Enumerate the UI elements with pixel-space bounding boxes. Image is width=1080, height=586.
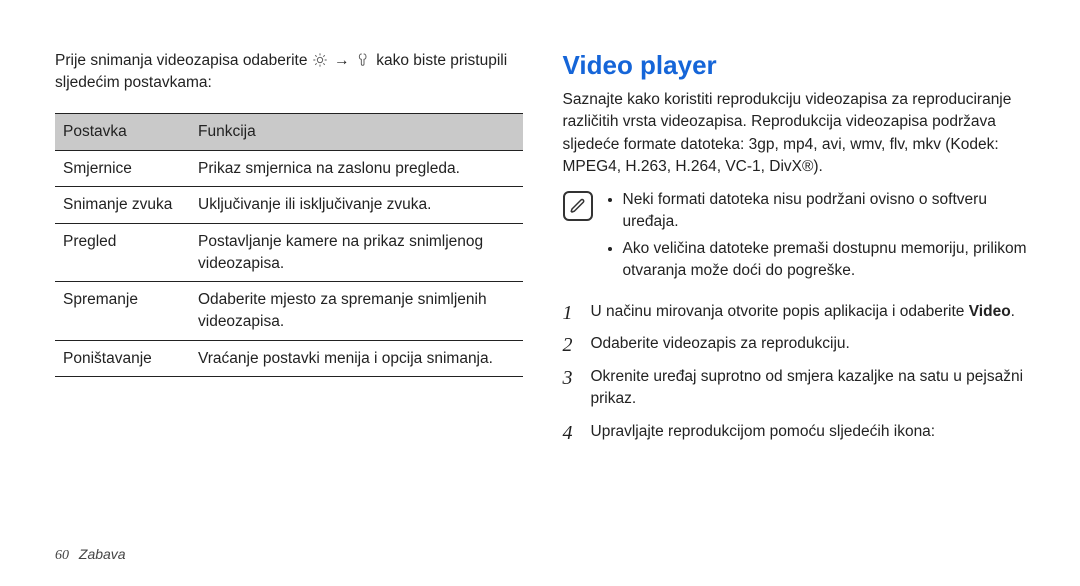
intro-text: Prije snimanja videozapisa odaberite → bbox=[55, 50, 523, 95]
intro-prefix: Prije snimanja videozapisa odaberite bbox=[55, 52, 312, 69]
cell-setting: Pregled bbox=[55, 224, 190, 282]
intro-paragraph: Saznajte kako koristiti reprodukciju vid… bbox=[563, 89, 1031, 179]
note-item: Ako veličina datoteke premaši dostupnu m… bbox=[623, 238, 1031, 283]
step-number: 2 bbox=[563, 331, 573, 360]
cell-setting: Smjernice bbox=[55, 150, 190, 187]
cell-function: Uključivanje ili isključivanje zvuka. bbox=[190, 187, 523, 224]
table-header-row: Postavka Funkcija bbox=[55, 113, 523, 150]
cell-setting: Spremanje bbox=[55, 282, 190, 340]
step-text-bold: Video bbox=[969, 303, 1011, 320]
step-number: 4 bbox=[563, 419, 573, 448]
page-footer: 60 Zabava bbox=[55, 546, 126, 564]
table-row: Pregled Postavljanje kamere na prikaz sn… bbox=[55, 224, 523, 282]
step-text-after: . bbox=[1011, 303, 1015, 320]
right-column: Video player Saznajte kako koristiti rep… bbox=[553, 50, 1031, 566]
table-row: Poništavanje Vraćanje postavki menija i … bbox=[55, 340, 523, 377]
note-block: Neki formati datoteka nisu podržani ovis… bbox=[563, 189, 1031, 287]
section-heading: Video player bbox=[563, 50, 1031, 81]
steps-list: 1 U načinu mirovanja otvorite popis apli… bbox=[563, 301, 1031, 443]
step-item: 1 U načinu mirovanja otvorite popis apli… bbox=[563, 301, 1031, 323]
gear-icon bbox=[312, 52, 328, 68]
cell-setting: Snimanje zvuka bbox=[55, 187, 190, 224]
step-item: 2 Odaberite videozapis za reprodukciju. bbox=[563, 333, 1031, 355]
footer-section: Zabava bbox=[79, 546, 126, 562]
step-text-before: Okrenite uređaj suprotno od smjera kazal… bbox=[591, 368, 1024, 407]
step-text-before: Odaberite videozapis za reprodukciju. bbox=[591, 335, 850, 352]
cell-function: Vraćanje postavki menija i opcija sniman… bbox=[190, 340, 523, 377]
step-item: 4 Upravljajte reprodukcijom pomoću sljed… bbox=[563, 421, 1031, 443]
cell-function: Odaberite mjesto za spremanje snimljenih… bbox=[190, 282, 523, 340]
header-function: Funkcija bbox=[190, 113, 523, 150]
step-number: 1 bbox=[563, 299, 573, 328]
step-text-before: U načinu mirovanja otvorite popis aplika… bbox=[591, 303, 969, 320]
note-icon bbox=[563, 191, 593, 221]
settings-table: Postavka Funkcija Smjernice Prikaz smjer… bbox=[55, 113, 523, 378]
arrow-icon: → bbox=[332, 52, 352, 69]
note-list: Neki formati datoteka nisu podržani ovis… bbox=[605, 189, 1031, 287]
step-text-before: Upravljajte reprodukcijom pomoću sljedeć… bbox=[591, 423, 936, 440]
document-page: Prije snimanja videozapisa odaberite → bbox=[0, 0, 1080, 586]
tool-icon bbox=[356, 52, 372, 68]
header-setting: Postavka bbox=[55, 113, 190, 150]
page-number: 60 bbox=[55, 548, 69, 563]
step-number: 3 bbox=[563, 364, 573, 393]
table-row: Spremanje Odaberite mjesto za spremanje … bbox=[55, 282, 523, 340]
note-item: Neki formati datoteka nisu podržani ovis… bbox=[623, 189, 1031, 234]
cell-function: Postavljanje kamere na prikaz snimljenog… bbox=[190, 224, 523, 282]
step-item: 3 Okrenite uređaj suprotno od smjera kaz… bbox=[563, 366, 1031, 411]
table-row: Snimanje zvuka Uključivanje ili isključi… bbox=[55, 187, 523, 224]
cell-setting: Poništavanje bbox=[55, 340, 190, 377]
left-column: Prije snimanja videozapisa odaberite → bbox=[55, 50, 553, 566]
cell-function: Prikaz smjernica na zaslonu pregleda. bbox=[190, 150, 523, 187]
table-row: Smjernice Prikaz smjernica na zaslonu pr… bbox=[55, 150, 523, 187]
